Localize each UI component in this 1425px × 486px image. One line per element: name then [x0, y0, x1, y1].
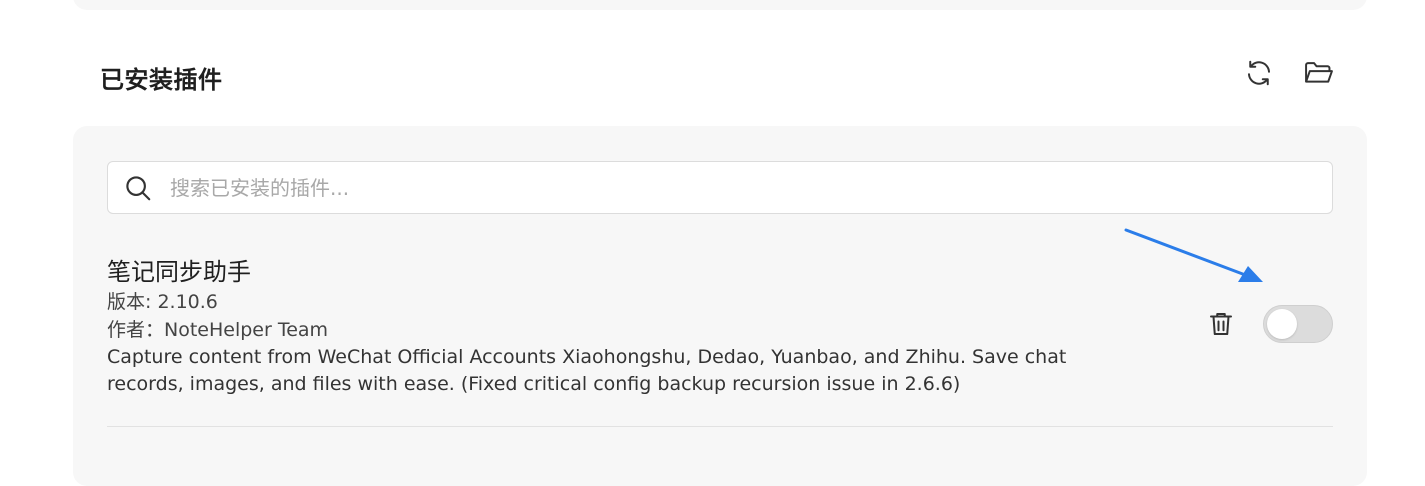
plugin-divider: [107, 426, 1333, 427]
plugin-actions: [1201, 304, 1333, 344]
previous-section-card: [73, 0, 1367, 10]
plugins-card: 笔记同步助手 版本: 2.10.6 作者：NoteHelper Team Cap…: [73, 126, 1367, 486]
plugin-enable-toggle[interactable]: [1263, 305, 1333, 343]
open-folder-button[interactable]: [1302, 56, 1336, 90]
search-input[interactable]: [168, 162, 1332, 213]
folder-open-icon: [1305, 62, 1333, 83]
plugin-meta: 版本: 2.10.6 作者：NoteHelper Team Capture co…: [107, 288, 1147, 398]
installed-plugins-header: 已安装插件: [100, 56, 1336, 100]
search-icon: [108, 162, 168, 213]
plugin-author: 作者：NoteHelper Team: [107, 319, 329, 341]
refresh-button[interactable]: [1242, 56, 1276, 90]
section-title: 已安装插件: [100, 66, 223, 94]
plugin-name: 笔记同步助手: [107, 258, 251, 286]
plugin-version: 版本: 2.10.6: [107, 291, 218, 313]
toggle-knob: [1267, 309, 1297, 339]
plugin-description: Capture content from WeChat Official Acc…: [107, 346, 1067, 395]
trash-icon: [1210, 313, 1232, 335]
search-box: [107, 161, 1333, 214]
header-actions: [1242, 56, 1336, 90]
delete-plugin-button[interactable]: [1201, 304, 1241, 344]
refresh-icon: [1248, 60, 1270, 86]
plugin-item: 笔记同步助手 版本: 2.10.6 作者：NoteHelper Team Cap…: [107, 248, 1333, 428]
